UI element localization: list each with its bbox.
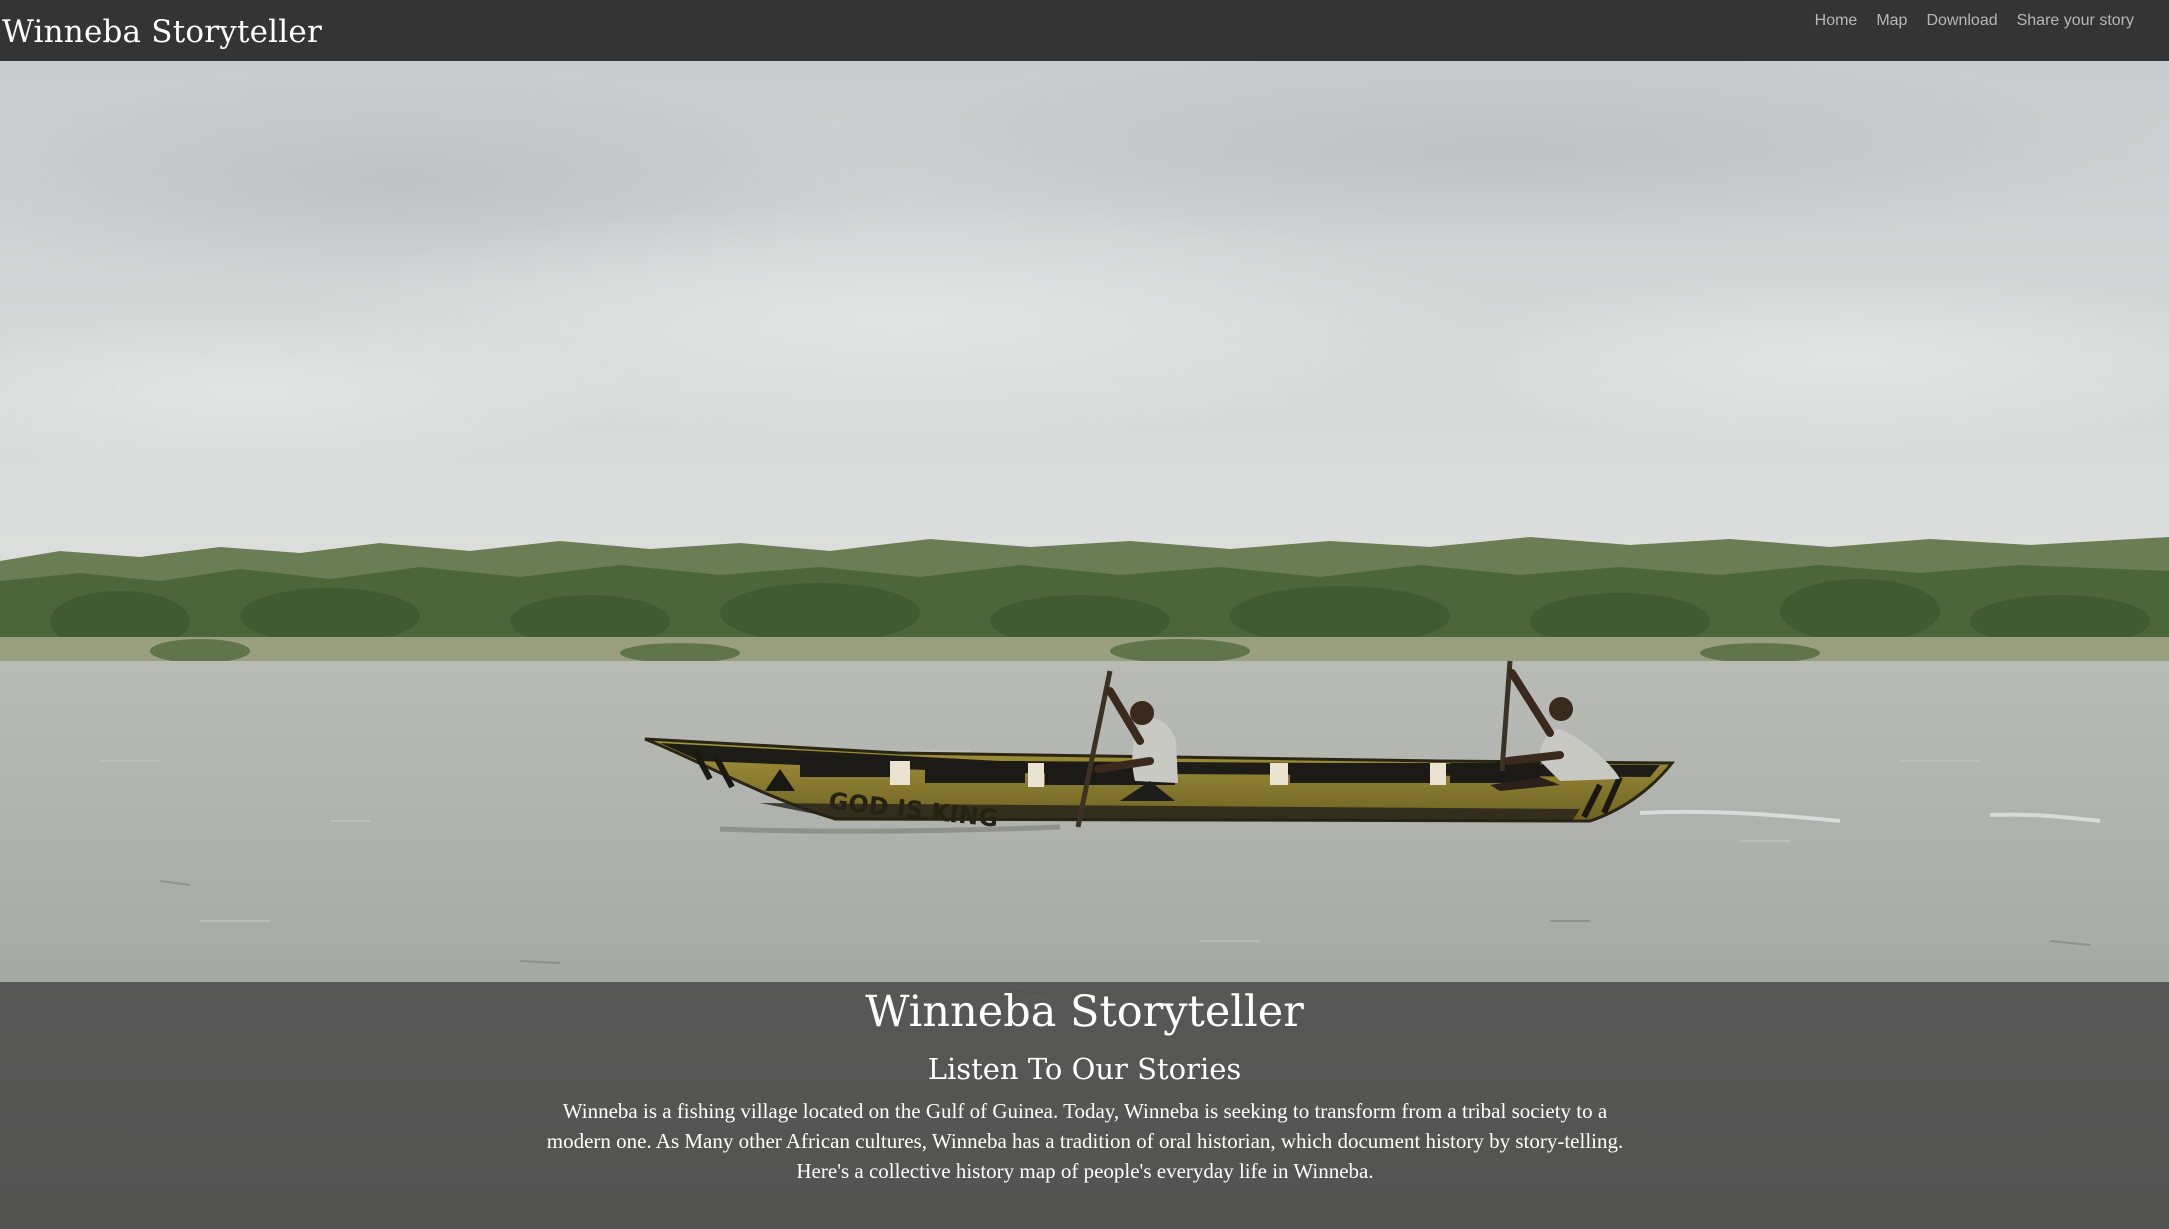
nav-link-download[interactable]: Download	[1907, 12, 1997, 30]
hero-caption-overlay: Winneba Storyteller Listen To Our Storie…	[0, 982, 2169, 1229]
nav-link-home[interactable]: Home	[1796, 12, 1858, 30]
page: Winneba Storyteller Home Map Download Sh…	[0, 0, 2169, 1229]
description-closing: Here's a collective history map of peopl…	[796, 1159, 1374, 1183]
hero-title: Winneba Storyteller	[865, 987, 1304, 1037]
top-navbar: Winneba Storyteller Home Map Download Sh…	[0, 0, 2169, 61]
brand-logo-link[interactable]: Winneba Storyteller	[2, 14, 322, 50]
nav-link-map[interactable]: Map	[1857, 12, 1907, 30]
description-paragraph: Winneba is a fishing village located on …	[546, 1099, 1624, 1153]
hero-subtitle: Listen To Our Stories	[927, 1052, 1242, 1086]
nav-link-share-your-story[interactable]: Share your story	[1998, 12, 2134, 30]
hero-description: Winneba is a fishing village located on …	[540, 1096, 1630, 1186]
nav-links: Home Map Download Share your story	[1796, 12, 2134, 30]
